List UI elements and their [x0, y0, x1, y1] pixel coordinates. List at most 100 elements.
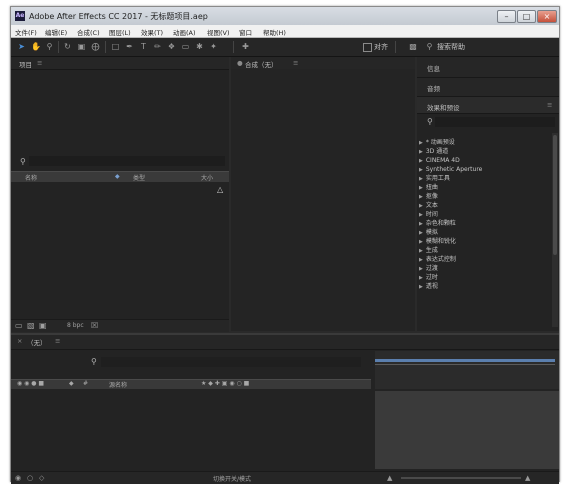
- timeline-panel-title[interactable]: （无）: [27, 337, 47, 347]
- selection-tool-icon[interactable]: ➤: [17, 42, 26, 51]
- zoom-tool-icon[interactable]: ⚲: [45, 42, 54, 51]
- expand-arrow-icon: ▶: [419, 203, 423, 209]
- audio-tab[interactable]: 音频: [427, 83, 440, 93]
- menu-edit[interactable]: 编辑(E): [45, 27, 67, 37]
- toolbar-divider: [105, 41, 106, 53]
- flowchart-icon[interactable]: △: [217, 185, 223, 194]
- menu-view[interactable]: 视图(V): [207, 27, 230, 37]
- delete-icon[interactable]: ☒: [91, 321, 98, 330]
- panel-menu-icon[interactable]: ≡: [547, 101, 552, 109]
- rectangle-tool-icon[interactable]: □: [111, 42, 120, 51]
- hand-tool-icon[interactable]: ✋: [31, 42, 41, 51]
- lock-icon[interactable]: ●: [237, 59, 243, 67]
- local-axis-icon[interactable]: ✚: [241, 42, 250, 51]
- effect-category[interactable]: ▶ 过渡: [419, 265, 553, 273]
- search-help-icon[interactable]: ⚲: [425, 42, 434, 51]
- toggle-modes-icon[interactable]: ○: [27, 474, 33, 482]
- zoom-out-icon[interactable]: ▲: [387, 474, 392, 482]
- work-area-bar[interactable]: [375, 359, 555, 362]
- project-panel-title[interactable]: 项目: [19, 59, 32, 69]
- effect-category[interactable]: ▶ * 动画预设: [419, 139, 553, 147]
- effect-category[interactable]: ▶ 时间: [419, 211, 553, 219]
- toggle-in-out-icon[interactable]: ◇: [39, 474, 44, 482]
- timeline-graph-area[interactable]: [375, 391, 559, 469]
- effect-category[interactable]: ▶ 过时: [419, 274, 553, 282]
- number-switch-icon[interactable]: #: [83, 380, 88, 387]
- minimize-button[interactable]: –: [497, 10, 516, 23]
- panel-menu-icon[interactable]: ≡: [37, 59, 42, 67]
- rotate-tool-icon[interactable]: ↻: [63, 42, 72, 51]
- timeline-search-input[interactable]: [101, 357, 361, 367]
- effect-category[interactable]: ▶ 模糊和锐化: [419, 238, 553, 246]
- composition-panel-title[interactable]: 合成（无）: [245, 59, 278, 69]
- column-name[interactable]: 名称: [25, 173, 37, 182]
- panel-menu-icon[interactable]: ≡: [293, 59, 298, 67]
- menu-composition[interactable]: 合成(C): [77, 27, 100, 37]
- menu-effect[interactable]: 效果(T): [141, 27, 163, 37]
- menu-file[interactable]: 文件(F): [15, 27, 37, 37]
- brush-tool-icon[interactable]: ✏: [153, 42, 162, 51]
- maximize-button[interactable]: □: [517, 10, 536, 23]
- effect-category[interactable]: ▶ CINEMA 4D: [419, 157, 553, 165]
- pen-tool-icon[interactable]: ✒: [125, 42, 134, 51]
- layer-switches-icon[interactable]: ★ ◆ ✚ ▣ ◉ ○ ■: [201, 380, 249, 387]
- label-switch-icon[interactable]: ◆: [69, 380, 74, 387]
- effect-category[interactable]: ▶ 实用工具: [419, 175, 553, 183]
- effect-category-label: 扭曲: [425, 184, 438, 191]
- menu-help[interactable]: 帮助(H): [263, 27, 286, 37]
- source-name-column[interactable]: 源名称: [109, 380, 127, 389]
- effect-category[interactable]: ▶ 扭曲: [419, 184, 553, 192]
- effect-category[interactable]: ▶ Synthetic Aperture: [419, 166, 553, 174]
- menu-layer[interactable]: 图层(L): [109, 27, 131, 37]
- interpret-footage-icon[interactable]: ▭: [15, 321, 23, 330]
- timeline-search-icon[interactable]: ⚲: [91, 357, 97, 366]
- toggle-switches-modes-label[interactable]: 切换开关/模式: [213, 474, 251, 483]
- column-size[interactable]: 大小: [201, 173, 213, 182]
- effect-category[interactable]: ▶ 透视: [419, 283, 553, 291]
- project-column-header: 名称 ◆ 类型 大小: [11, 171, 229, 182]
- text-tool-icon[interactable]: T: [139, 42, 148, 51]
- project-search-icon[interactable]: ⚲: [20, 157, 26, 166]
- project-search-input[interactable]: [29, 156, 225, 166]
- close-button[interactable]: ×: [537, 10, 557, 23]
- effect-category[interactable]: ▶ 3D 通道: [419, 148, 553, 156]
- effects-search-input[interactable]: [435, 117, 555, 127]
- search-help-label[interactable]: 搜索帮助: [437, 42, 465, 52]
- camera-tool-icon[interactable]: ▣: [77, 42, 86, 51]
- label-column-icon[interactable]: ◆: [115, 173, 120, 180]
- effects-panel-title[interactable]: 效果和预设: [427, 102, 460, 112]
- eraser-tool-icon[interactable]: ▭: [181, 42, 190, 51]
- zoom-in-icon[interactable]: ▲: [525, 474, 530, 482]
- panel-menu-icon[interactable]: ≡: [55, 337, 60, 345]
- toolbar-divider: [58, 41, 59, 53]
- effect-category[interactable]: ▶ 杂色和颗粒: [419, 220, 553, 228]
- bit-depth-label[interactable]: 8 bpc: [67, 322, 84, 329]
- info-tab[interactable]: 信息: [427, 63, 440, 73]
- av-switches-icon[interactable]: ◉ ◉ ● ■: [17, 380, 44, 387]
- close-tab-icon[interactable]: ×: [17, 337, 22, 345]
- effect-category[interactable]: ▶ 模拟: [419, 229, 553, 237]
- effects-search-icon[interactable]: ⚲: [427, 117, 433, 126]
- roto-brush-tool-icon[interactable]: ✱: [195, 42, 204, 51]
- new-folder-icon[interactable]: ▧: [27, 321, 35, 330]
- effect-category[interactable]: ▶ 表达式控制: [419, 256, 553, 264]
- workspace-icon[interactable]: ▩: [407, 42, 419, 51]
- time-ruler[interactable]: [375, 351, 559, 389]
- menu-window[interactable]: 窗口: [239, 27, 252, 37]
- column-type[interactable]: 类型: [133, 173, 145, 182]
- clone-stamp-tool-icon[interactable]: ❖: [167, 42, 176, 51]
- effect-category[interactable]: ▶ 生成: [419, 247, 553, 255]
- effect-category-label: 模糊和锐化: [425, 238, 456, 245]
- effect-category[interactable]: ▶ 文本: [419, 202, 553, 210]
- effects-scroll-thumb[interactable]: [553, 135, 557, 255]
- pan-behind-tool-icon[interactable]: ⨁: [91, 42, 100, 51]
- toggle-switches-icon[interactable]: ◉: [15, 474, 21, 482]
- snap-checkbox[interactable]: [363, 43, 372, 52]
- composition-viewer[interactable]: [231, 69, 415, 331]
- effect-category-label: 过时: [425, 274, 438, 281]
- menu-animation[interactable]: 动画(A): [173, 27, 196, 37]
- new-composition-icon[interactable]: ▣: [39, 321, 47, 330]
- puppet-tool-icon[interactable]: ✦: [209, 42, 218, 51]
- effect-category[interactable]: ▶ 抠像: [419, 193, 553, 201]
- zoom-slider[interactable]: [401, 477, 521, 479]
